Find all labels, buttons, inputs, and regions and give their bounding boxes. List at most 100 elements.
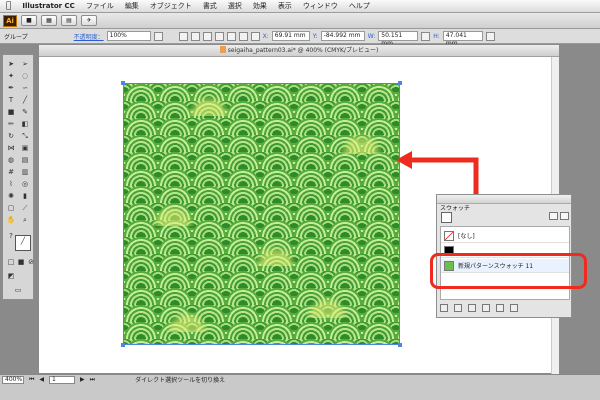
lasso-tool-icon[interactable]: ◌ [19, 71, 31, 81]
align-center-icon[interactable] [190, 31, 200, 41]
eyedropper-tool-icon[interactable]: ⌇ [5, 179, 17, 189]
swatch-libraries-icon[interactable] [440, 304, 448, 312]
transform-icon[interactable] [485, 31, 495, 41]
selection-anchor[interactable] [121, 81, 125, 85]
prev-page-icon[interactable]: ◀ [39, 376, 44, 383]
paintbrush-tool-icon[interactable]: ✎ [19, 107, 31, 117]
swatch-options-icon[interactable] [468, 304, 476, 312]
document-tab[interactable]: seigaiha_pattern03.ai* @ 400% (CMYK/プレビュ… [39, 45, 559, 57]
menu-item-edit[interactable]: 編集 [125, 1, 139, 11]
opacity-link[interactable]: 不透明度： [74, 32, 104, 41]
last-page-icon[interactable]: ⏭ [90, 376, 95, 384]
pattern-highlight [150, 204, 196, 226]
arrange-documents-button[interactable]: ▤ [61, 15, 77, 26]
blend-tool-icon[interactable]: ◎ [19, 179, 31, 189]
opacity-field[interactable]: 100% [106, 31, 151, 41]
screen-mode-icon[interactable]: ▭ [12, 285, 24, 295]
line-tool-icon[interactable]: ╱ [19, 95, 31, 105]
delete-swatch-icon[interactable] [510, 304, 518, 312]
swatch-row-none[interactable]: [なし] [441, 229, 569, 243]
tab-swatches[interactable]: スウォッチ [440, 203, 470, 212]
swatch-label: [なし] [458, 233, 475, 240]
rocket-icon: ✈ [86, 17, 92, 24]
align-left-icon[interactable] [178, 31, 188, 41]
menu-item-app[interactable]: Illustrator CC [22, 2, 74, 10]
free-transform-tool-icon[interactable]: ▣ [19, 143, 31, 153]
w-field[interactable]: 50.151 mm [378, 31, 419, 47]
new-swatch-icon[interactable] [496, 304, 504, 312]
h-field[interactable]: 47.041 mm [442, 31, 483, 47]
swatch-fill-stroke-icon[interactable] [441, 212, 452, 223]
type-tool-icon[interactable]: T [5, 95, 17, 105]
next-page-icon[interactable]: ▶ [80, 376, 85, 383]
tools-panel: ➤ ➢ ✦ ◌ ✒ ∽ T ╱ ■ ✎ ✏ ◧ ↻ ⤡ ⋈ ▣ ◍ ▤ # ▥ … [2, 54, 34, 300]
selection-tool-icon[interactable]: ➤ [5, 59, 17, 69]
menu-item-type[interactable]: 書式 [203, 1, 217, 11]
artboard-tool-icon[interactable]: ▢ [5, 203, 17, 213]
pen-tool-icon[interactable]: ✒ [5, 83, 17, 93]
constrain-proportions-icon[interactable] [421, 31, 431, 41]
none-mode-icon[interactable]: ⊘ [25, 257, 37, 267]
stock-button[interactable]: ▦ [41, 15, 57, 26]
width-tool-icon[interactable]: ⋈ [5, 143, 17, 153]
align-bottom-icon[interactable] [238, 31, 248, 41]
reference-point-icon[interactable] [250, 31, 260, 41]
menu-item-object[interactable]: オブジェクト [150, 1, 192, 11]
gpu-button[interactable]: ✈ [81, 15, 97, 26]
menu-item-window[interactable]: ウィンドウ [303, 1, 338, 11]
align-middle-icon[interactable] [226, 31, 236, 41]
illustrator-logo: Ai [3, 14, 17, 27]
new-color-group-icon[interactable] [482, 304, 490, 312]
bridge-button[interactable]: ■ [21, 15, 37, 26]
pencil-tool-icon[interactable]: ✏ [5, 119, 17, 129]
show-kinds-icon[interactable] [454, 304, 462, 312]
menu-item-effect[interactable]: 効果 [253, 1, 267, 11]
status-message: ダイレクト選択ツールを切り換え [135, 377, 226, 384]
scale-tool-icon[interactable]: ⤡ [19, 131, 31, 141]
menu-item-select[interactable]: 選択 [228, 1, 242, 11]
pattern-highlight [164, 310, 210, 332]
selection-anchor[interactable] [121, 343, 125, 347]
selection-anchor[interactable] [398, 343, 402, 347]
y-label: Y: [312, 32, 318, 40]
zoom-field[interactable]: 400% [2, 375, 24, 384]
opacity-dropdown-icon[interactable] [153, 31, 163, 41]
menu-item-help[interactable]: ヘルプ [349, 1, 370, 11]
pattern-highlight [304, 296, 350, 318]
selection-type-label: グループ [4, 33, 28, 41]
hand-tool-icon[interactable]: ✋ [5, 215, 17, 225]
rotate-tool-icon[interactable]: ↻ [5, 131, 17, 141]
curvature-tool-icon[interactable]: ∽ [19, 83, 31, 93]
mesh-tool-icon[interactable]: # [5, 167, 17, 177]
grid-view-icon[interactable] [560, 212, 569, 220]
menu-item-file[interactable]: ファイル [86, 1, 114, 11]
selection-anchor[interactable] [398, 81, 402, 85]
gradient-tool-icon[interactable]: ▥ [19, 167, 31, 177]
shape-builder-tool-icon[interactable]: ◍ [5, 155, 17, 165]
arrange-documents-icon: ▤ [66, 17, 72, 24]
drawing-mode-icon[interactable]: ◩ [5, 271, 17, 281]
direct-selection-tool-icon[interactable]: ➢ [19, 59, 31, 69]
magic-wand-tool-icon[interactable]: ✦ [5, 71, 17, 81]
apple-icon[interactable]:  [6, 0, 11, 13]
perspective-grid-tool-icon[interactable]: ▤ [19, 155, 31, 165]
slice-tool-icon[interactable]: ⟋ [19, 203, 31, 213]
align-top-icon[interactable] [214, 31, 224, 41]
zoom-tool-icon[interactable]: ⌕ [19, 215, 31, 225]
menu-item-view[interactable]: 表示 [278, 1, 292, 11]
align-right-icon[interactable] [202, 31, 212, 41]
status-bar: 400% ⏮ ◀ 1 ▶ ⏭ ダイレクト選択ツールを切り換え [0, 374, 600, 400]
fill-stroke-icon[interactable]: ╱ [15, 235, 31, 251]
x-label: X: [262, 32, 269, 40]
rectangle-tool-icon[interactable]: ■ [5, 107, 17, 117]
control-panel: グループ 不透明度： 100% X: 69.91 mm Y: -84.992 m… [0, 29, 600, 47]
page-field[interactable]: 1 [49, 375, 76, 384]
column-graph-tool-icon[interactable]: ▮ [19, 191, 31, 201]
first-page-icon[interactable]: ⏮ [29, 376, 34, 384]
x-field[interactable]: 69.91 mm [271, 31, 310, 41]
seigaiha-pattern-artwork[interactable] [123, 83, 400, 345]
list-view-icon[interactable] [549, 212, 558, 220]
eraser-tool-icon[interactable]: ◧ [19, 119, 31, 129]
symbol-sprayer-tool-icon[interactable]: ✺ [5, 191, 17, 201]
y-field[interactable]: -84.992 mm [320, 31, 365, 41]
